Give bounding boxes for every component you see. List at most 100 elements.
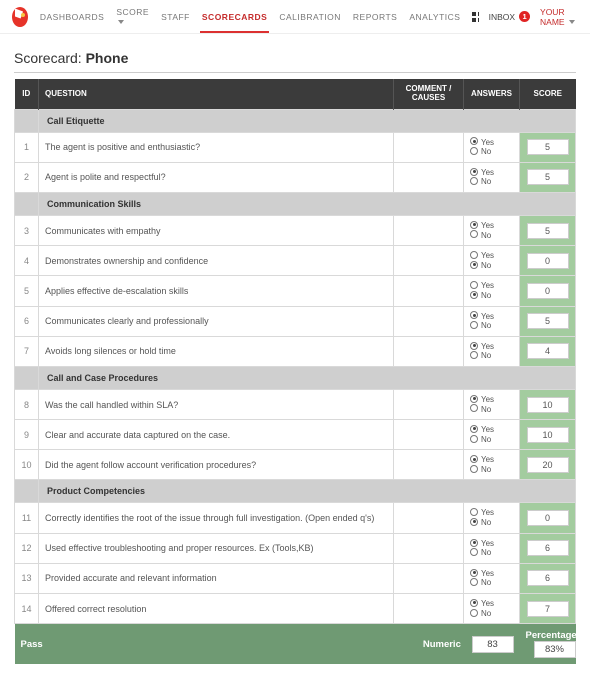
radio-yes[interactable] <box>470 281 478 289</box>
answers-cell: YesNo <box>464 306 520 336</box>
nav-item-score[interactable]: SCORE <box>116 0 149 37</box>
comment-cell[interactable] <box>394 563 464 593</box>
answers-cell: YesNo <box>464 450 520 480</box>
score-value[interactable]: 0 <box>527 253 569 269</box>
question-id: 11 <box>15 503 39 533</box>
score-cell: 10 <box>520 389 576 419</box>
nav-item-reports[interactable]: REPORTS <box>353 2 397 32</box>
radio-label-yes: Yes <box>481 342 494 351</box>
score-value[interactable]: 5 <box>527 313 569 329</box>
answers-cell: YesNo <box>464 563 520 593</box>
score-value[interactable]: 4 <box>527 343 569 359</box>
comment-cell[interactable] <box>394 389 464 419</box>
radio-yes[interactable] <box>470 455 478 463</box>
question-text: Communicates with empathy <box>39 215 394 245</box>
radio-no[interactable] <box>470 321 478 329</box>
nav-item-calibration[interactable]: CALIBRATION <box>279 2 341 32</box>
radio-yes[interactable] <box>470 251 478 259</box>
radio-yes[interactable] <box>470 311 478 319</box>
radio-yes[interactable] <box>470 508 478 516</box>
radio-no[interactable] <box>470 548 478 556</box>
question-row: 8Was the call handled within SLA?YesNo10 <box>15 389 576 419</box>
score-cell: 0 <box>520 503 576 533</box>
question-row: 3Communicates with empathyYesNo5 <box>15 215 576 245</box>
radio-no[interactable] <box>470 230 478 238</box>
header-score: SCORE <box>520 79 576 109</box>
comment-cell[interactable] <box>394 162 464 192</box>
radio-yes[interactable] <box>470 342 478 350</box>
radio-yes[interactable] <box>470 168 478 176</box>
inbox-link[interactable]: INBOX 1 <box>489 11 530 22</box>
question-row: 5Applies effective de-escalation skillsY… <box>15 276 576 306</box>
question-id: 14 <box>15 594 39 624</box>
comment-cell[interactable] <box>394 503 464 533</box>
radio-no[interactable] <box>470 518 478 526</box>
inbox-count-badge: 1 <box>519 11 530 22</box>
section-row: Communication Skills <box>15 192 576 215</box>
radio-yes[interactable] <box>470 221 478 229</box>
answers-cell: YesNo <box>464 503 520 533</box>
radio-no[interactable] <box>470 435 478 443</box>
radio-label-no: No <box>481 147 491 156</box>
radio-yes[interactable] <box>470 569 478 577</box>
radio-no[interactable] <box>470 177 478 185</box>
score-value[interactable]: 6 <box>527 570 569 586</box>
radio-yes[interactable] <box>470 395 478 403</box>
comment-cell[interactable] <box>394 594 464 624</box>
radio-no[interactable] <box>470 578 478 586</box>
comment-cell[interactable] <box>394 276 464 306</box>
comment-cell[interactable] <box>394 215 464 245</box>
comment-cell[interactable] <box>394 450 464 480</box>
comment-cell[interactable] <box>394 533 464 563</box>
score-value[interactable]: 20 <box>527 457 569 473</box>
nav-item-scorecards[interactable]: SCORECARDS <box>202 2 267 32</box>
radio-no[interactable] <box>470 291 478 299</box>
answers-cell: YesNo <box>464 336 520 366</box>
question-text: The agent is positive and enthusiastic? <box>39 132 394 162</box>
radio-yes[interactable] <box>470 599 478 607</box>
inbox-label: INBOX <box>489 12 515 22</box>
score-value[interactable]: 10 <box>527 397 569 413</box>
score-value[interactable]: 0 <box>527 510 569 526</box>
comment-cell[interactable] <box>394 420 464 450</box>
radio-no[interactable] <box>470 465 478 473</box>
score-value[interactable]: 5 <box>527 169 569 185</box>
answers-cell: YesNo <box>464 594 520 624</box>
radio-no[interactable] <box>470 261 478 269</box>
comment-cell[interactable] <box>394 246 464 276</box>
radio-yes[interactable] <box>470 137 478 145</box>
comment-cell[interactable] <box>394 306 464 336</box>
radio-no[interactable] <box>470 609 478 617</box>
score-cell: 20 <box>520 450 576 480</box>
score-value[interactable]: 0 <box>527 283 569 299</box>
comment-cell[interactable] <box>394 336 464 366</box>
apps-grid-icon[interactable] <box>472 12 478 22</box>
score-value[interactable]: 10 <box>527 427 569 443</box>
score-value[interactable]: 5 <box>527 223 569 239</box>
score-value[interactable]: 5 <box>527 139 569 155</box>
section-row: Product Competencies <box>15 480 576 503</box>
radio-no[interactable] <box>470 404 478 412</box>
chevron-down-icon <box>118 20 124 24</box>
nav-item-dashboards[interactable]: DASHBOARDS <box>40 2 105 32</box>
question-row: 9Clear and accurate data captured on the… <box>15 420 576 450</box>
section-row: Call and Case Procedures <box>15 366 576 389</box>
radio-no[interactable] <box>470 351 478 359</box>
score-value[interactable]: 6 <box>527 540 569 556</box>
question-text: Clear and accurate data captured on the … <box>39 420 394 450</box>
radio-label-yes: Yes <box>481 599 494 608</box>
question-text: Provided accurate and relevant informati… <box>39 563 394 593</box>
user-menu[interactable]: YOUR NAME <box>540 7 578 27</box>
comment-cell[interactable] <box>394 132 464 162</box>
nav-item-staff[interactable]: STAFF <box>161 2 190 32</box>
footer-numeric-value: 83 <box>472 636 514 653</box>
radio-yes[interactable] <box>470 539 478 547</box>
nav-item-analytics[interactable]: ANALYTICS <box>409 2 460 32</box>
nav-item-label: STAFF <box>161 12 190 22</box>
radio-no[interactable] <box>470 147 478 155</box>
answers-cell: YesNo <box>464 276 520 306</box>
question-text: Did the agent follow account verificatio… <box>39 450 394 480</box>
score-value[interactable]: 7 <box>527 601 569 617</box>
score-cell: 5 <box>520 162 576 192</box>
radio-yes[interactable] <box>470 425 478 433</box>
